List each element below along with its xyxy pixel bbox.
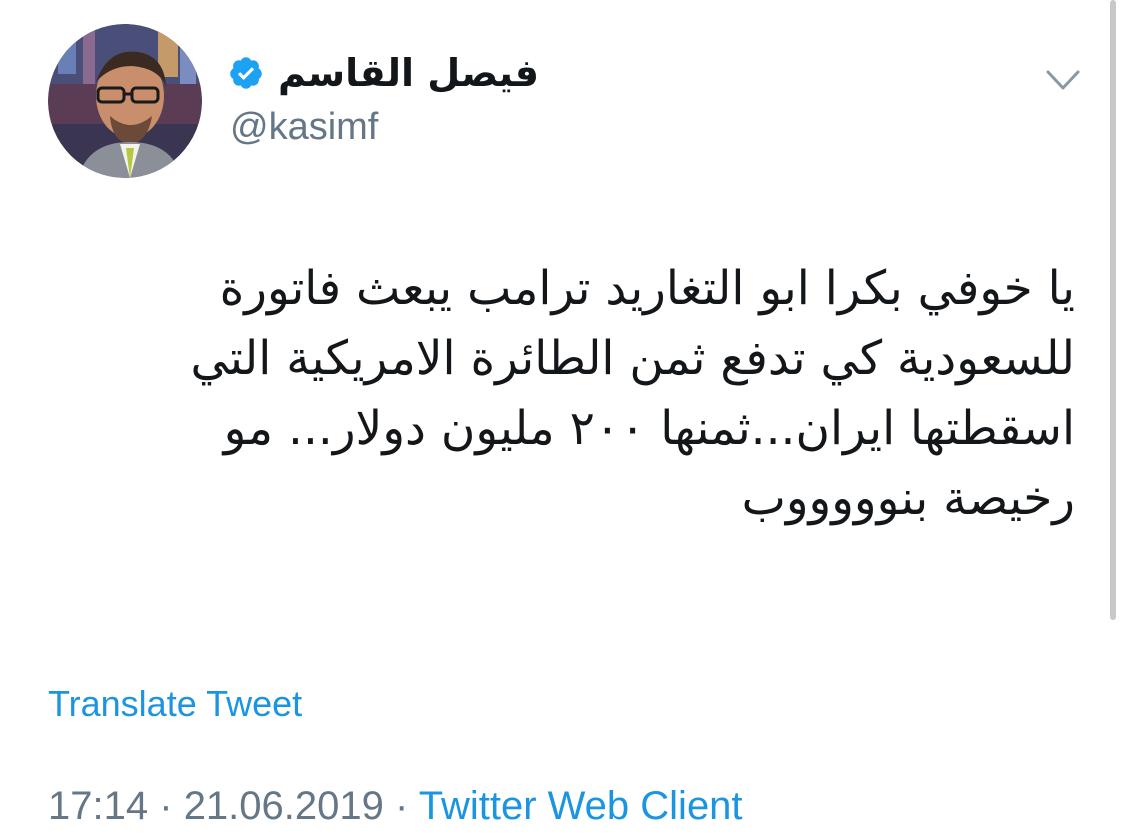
tweet-date: 21.06.2019 xyxy=(183,784,384,828)
tweet-line: اسقطتها ايران...ثمنها ٢٠٠ مليون دولار...… xyxy=(223,401,1075,456)
tweet-meta: 17:14 · 21.06.2019 · Twitter Web Client xyxy=(48,782,743,830)
avatar-photo xyxy=(48,24,202,178)
user-handle[interactable]: @kasimf xyxy=(230,104,378,150)
tweet-line: للسعودية كي تدفع ثمن الطائرة الامريكية ا… xyxy=(190,331,1075,386)
meta-separator: · xyxy=(395,784,409,828)
tweet-text: يا خوفي بكرا ابو التغاريد ترامب يبعث فات… xyxy=(35,254,1075,534)
verified-badge-icon xyxy=(228,55,264,91)
meta-separator: · xyxy=(159,784,173,828)
chevron-down-icon[interactable] xyxy=(1042,62,1084,98)
tweet-time: 17:14 xyxy=(48,784,149,828)
tweet-line: يا خوفي بكرا ابو التغاريد ترامب يبعث فات… xyxy=(219,261,1075,316)
tweet-card: فيصل القاسم @kasimf يا خوفي بكرا ابو الت… xyxy=(0,0,1125,837)
avatar[interactable] xyxy=(48,24,202,178)
tweet-line: رخيصة بنوووووب xyxy=(741,471,1075,526)
translate-tweet-link[interactable]: Translate Tweet xyxy=(48,682,302,726)
display-name[interactable]: فيصل القاسم xyxy=(278,48,539,98)
scrollbar[interactable] xyxy=(1110,0,1116,620)
tweet-source-link[interactable]: Twitter Web Client xyxy=(419,784,743,828)
name-row: فيصل القاسم xyxy=(228,48,539,98)
